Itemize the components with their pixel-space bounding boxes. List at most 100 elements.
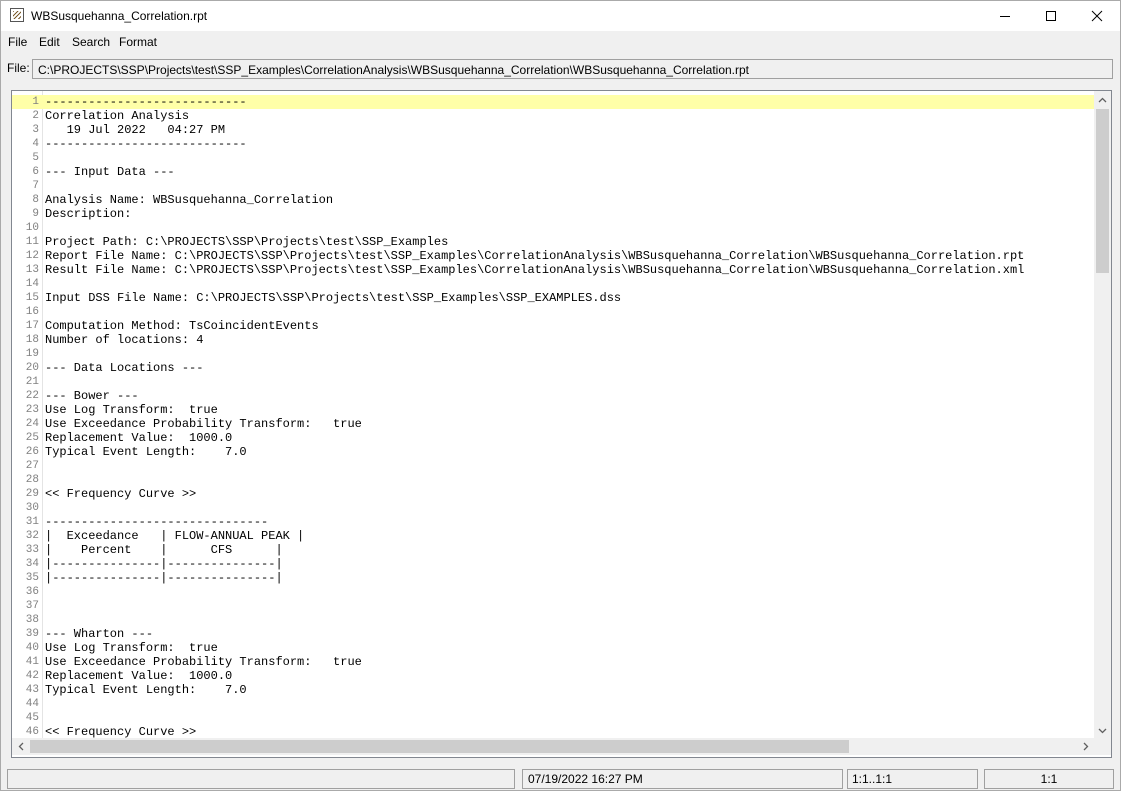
text-line: 16 xyxy=(12,305,1094,319)
text-line: 46 << Frequency Curve >> xyxy=(12,725,1094,739)
chevron-left-icon xyxy=(18,742,23,751)
line-number: 12 xyxy=(25,250,39,262)
scrollbar-corner xyxy=(1094,738,1111,755)
line-number: 25 xyxy=(25,432,39,444)
report-text-area[interactable]: 1 ---------------------------- 2 Correlatio… xyxy=(11,90,1112,758)
line-number: 13 xyxy=(25,264,39,276)
line-text: Number of locations: 4 xyxy=(45,333,204,347)
line-text: Replacement Value: 1000.0 xyxy=(45,431,233,445)
line-number: 14 xyxy=(25,278,39,290)
menu-search[interactable]: Search xyxy=(72,35,110,49)
line-number: 35 xyxy=(25,572,39,584)
text-line: 4 ---------------------------- xyxy=(12,137,1094,151)
text-line: 14 xyxy=(12,277,1094,291)
close-button[interactable] xyxy=(1074,1,1120,31)
menu-edit[interactable]: Edit xyxy=(39,35,60,49)
line-text: |---------------|---------------| xyxy=(45,571,283,585)
text-line: 40 Use Log Transform: true xyxy=(12,641,1094,655)
scroll-up-button[interactable] xyxy=(1094,91,1111,108)
line-text: Replacement Value: 1000.0 xyxy=(45,669,233,683)
file-label: File: xyxy=(7,61,30,75)
text-line: 45 xyxy=(12,711,1094,725)
text-line: 24 Use Exceedance Probability Transform: … xyxy=(12,417,1094,431)
text-line: 34 |---------------|---------------| xyxy=(12,557,1094,571)
text-line: 3 19 Jul 2022 04:27 PM xyxy=(12,123,1094,137)
line-number: 20 xyxy=(25,362,39,374)
line-number: 21 xyxy=(25,376,39,388)
line-number: 42 xyxy=(25,670,39,682)
chevron-down-icon xyxy=(1098,728,1107,733)
text-line: 15 Input DSS File Name: C:\PROJECTS\SSP\P… xyxy=(12,291,1094,305)
text-line: 42 Replacement Value: 1000.0 xyxy=(12,669,1094,683)
text-line: 28 xyxy=(12,473,1094,487)
status-bar: 07/19/2022 16:27 PM 1:1..1:1 1:1 xyxy=(1,767,1120,790)
line-number: 23 xyxy=(25,404,39,416)
line-number: 43 xyxy=(25,684,39,696)
vertical-scrollbar[interactable] xyxy=(1094,91,1111,739)
line-text: Report File Name: C:\PROJECTS\SSP\Projec… xyxy=(45,249,1025,263)
text-line: 21 xyxy=(12,375,1094,389)
line-number: 18 xyxy=(25,334,39,346)
line-text: | Percent | CFS | xyxy=(45,543,283,557)
scroll-down-button[interactable] xyxy=(1094,722,1111,739)
minimize-button[interactable] xyxy=(982,1,1028,31)
line-text: --- Input Data --- xyxy=(45,165,175,179)
line-number: 41 xyxy=(25,656,39,668)
line-text: Analysis Name: WBSusquehanna_Correlation xyxy=(45,193,334,207)
title-bar[interactable]: WBSusquehanna_Correlation.rpt xyxy=(1,1,1120,31)
line-text: Use Exceedance Probability Transform: tr… xyxy=(45,655,362,669)
line-text: Description: xyxy=(45,207,132,221)
line-text: Correlation Analysis xyxy=(45,109,190,123)
horizontal-scroll-thumb[interactable] xyxy=(30,740,849,753)
line-number: 19 xyxy=(25,348,39,360)
window-title: WBSusquehanna_Correlation.rpt xyxy=(31,9,208,23)
minimize-icon xyxy=(1000,16,1010,17)
text-line: 2 Correlation Analysis xyxy=(12,109,1094,123)
text-line: 5 xyxy=(12,151,1094,165)
line-text: --- Bower --- xyxy=(45,389,139,403)
line-number: 7 xyxy=(32,180,39,192)
line-number: 30 xyxy=(25,502,39,514)
line-number: 27 xyxy=(25,460,39,472)
line-text: Typical Event Length: 7.0 xyxy=(45,683,247,697)
line-number: 2 xyxy=(32,110,39,122)
scroll-right-button[interactable] xyxy=(1077,738,1094,755)
scroll-left-button[interactable] xyxy=(12,738,29,755)
text-line: 32 | Exceedance | FLOW-ANNUAL PEAK | xyxy=(12,529,1094,543)
file-path-field[interactable]: C:\PROJECTS\SSP\Projects\test\SSP_Exampl… xyxy=(32,59,1113,79)
text-line: 44 xyxy=(12,697,1094,711)
menu-format[interactable]: Format xyxy=(119,35,157,49)
line-number: 24 xyxy=(25,418,39,430)
line-text: Use Log Transform: true xyxy=(45,641,218,655)
text-line: 35 |---------------|---------------| xyxy=(12,571,1094,585)
maximize-button[interactable] xyxy=(1028,1,1074,31)
line-text: |---------------|---------------| xyxy=(45,557,283,571)
line-text: ---------------------------- xyxy=(45,95,247,109)
status-selection: 1:1..1:1 xyxy=(847,769,978,789)
line-text: Input DSS File Name: C:\PROJECTS\SSP\Pro… xyxy=(45,291,622,305)
text-line: 33 | Percent | CFS | xyxy=(12,543,1094,557)
report-file-icon xyxy=(10,8,24,22)
line-number: 39 xyxy=(25,628,39,640)
text-line: 11 Project Path: C:\PROJECTS\SSP\Projects… xyxy=(12,235,1094,249)
horizontal-scrollbar[interactable] xyxy=(12,738,1094,755)
text-line: 18 Number of locations: 4 xyxy=(12,333,1094,347)
vertical-scroll-thumb[interactable] xyxy=(1096,109,1109,273)
line-number: 6 xyxy=(32,166,39,178)
text-line: 9 Description: xyxy=(12,207,1094,221)
line-text: --- Data Locations --- xyxy=(45,361,204,375)
line-number: 28 xyxy=(25,474,39,486)
line-number: 11 xyxy=(25,236,39,248)
line-number: 34 xyxy=(25,558,39,570)
text-line: 38 xyxy=(12,613,1094,627)
line-text: Use Exceedance Probability Transform: tr… xyxy=(45,417,362,431)
text-line: 41 Use Exceedance Probability Transform: … xyxy=(12,655,1094,669)
text-line: 39 --- Wharton --- xyxy=(12,627,1094,641)
line-number: 29 xyxy=(25,488,39,500)
menu-file[interactable]: File xyxy=(8,35,27,49)
line-text: << Frequency Curve >> xyxy=(45,487,197,501)
status-datetime: 07/19/2022 16:27 PM xyxy=(522,769,843,789)
line-text: | Exceedance | FLOW-ANNUAL PEAK | xyxy=(45,529,305,543)
line-number: 16 xyxy=(25,306,39,318)
line-text: 19 Jul 2022 04:27 PM xyxy=(45,123,226,137)
